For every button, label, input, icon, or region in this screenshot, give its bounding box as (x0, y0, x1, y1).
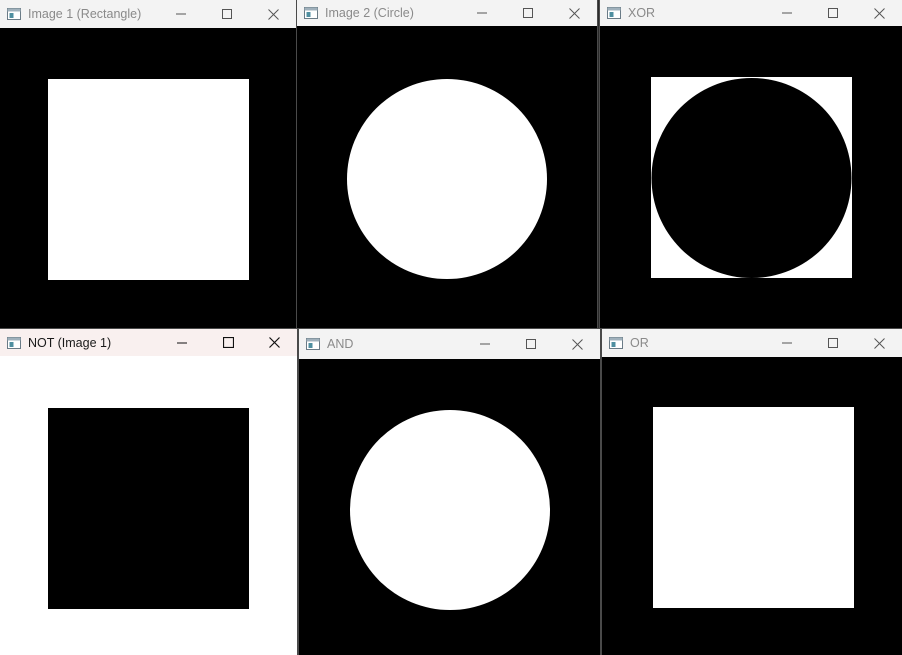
app-window-icon (306, 338, 320, 350)
minimize-button[interactable] (159, 329, 205, 356)
image-canvas (600, 26, 902, 328)
minimize-button[interactable] (158, 0, 204, 28)
maximize-button[interactable] (205, 329, 251, 356)
image-canvas (602, 357, 902, 655)
maximize-button[interactable] (508, 329, 554, 359)
close-icon (267, 8, 279, 20)
maximize-button[interactable] (810, 0, 856, 26)
white-circle (350, 410, 550, 610)
minimize-icon (782, 342, 792, 344)
titlebar[interactable]: OR (602, 329, 902, 357)
image-canvas (297, 26, 597, 328)
image-canvas (0, 28, 296, 328)
circle-image (347, 79, 547, 279)
window-title: AND (327, 337, 354, 351)
minimize-button[interactable] (459, 0, 505, 26)
white-rectangle (48, 79, 249, 280)
minimize-icon (176, 13, 186, 15)
white-circle (347, 79, 547, 279)
maximize-icon (222, 9, 232, 19)
window-title: Image 1 (Rectangle) (28, 7, 142, 21)
window-xor[interactable]: XOR (600, 0, 902, 328)
minimize-button[interactable] (764, 0, 810, 26)
close-button[interactable] (856, 329, 902, 357)
app-window-icon (7, 336, 21, 349)
app-window-icon (607, 7, 621, 19)
close-icon (568, 7, 580, 19)
titlebar[interactable]: Image 2 (Circle) (297, 0, 597, 26)
close-button[interactable] (551, 0, 597, 26)
window-or[interactable]: OR (602, 329, 902, 655)
or-image (653, 407, 854, 608)
black-rectangle (48, 408, 249, 609)
maximize-button[interactable] (204, 0, 250, 28)
close-button[interactable] (250, 0, 296, 28)
image-canvas (0, 356, 297, 655)
minimize-icon (477, 12, 487, 14)
rectangle-image (48, 79, 249, 280)
white-rectangle (653, 407, 854, 608)
image-canvas (299, 359, 600, 655)
close-button[interactable] (554, 329, 600, 359)
window-title: XOR (628, 6, 656, 20)
maximize-icon (523, 8, 533, 18)
close-icon (571, 338, 583, 350)
minimize-icon (782, 12, 792, 14)
not-image (48, 408, 249, 609)
maximize-button[interactable] (810, 329, 856, 357)
maximize-icon (526, 339, 536, 349)
black-circle (651, 78, 852, 278)
maximize-button[interactable] (505, 0, 551, 26)
window-image2-circle[interactable]: Image 2 (Circle) (297, 0, 597, 328)
close-icon (268, 337, 280, 348)
window-title: NOT (Image 1) (28, 335, 112, 350)
app-window-icon (7, 8, 21, 20)
titlebar[interactable]: NOT (Image 1) (0, 329, 297, 356)
close-icon (873, 7, 885, 19)
minimize-button[interactable] (764, 329, 810, 357)
window-and[interactable]: AND (299, 329, 600, 655)
maximize-icon (222, 337, 234, 348)
minimize-button[interactable] (462, 329, 508, 359)
titlebar[interactable]: XOR (600, 0, 902, 26)
and-image (350, 410, 550, 610)
close-icon (873, 337, 885, 349)
minimize-icon (177, 342, 187, 343)
window-title: Image 2 (Circle) (325, 6, 414, 20)
titlebar[interactable]: AND (299, 329, 600, 359)
titlebar[interactable]: Image 1 (Rectangle) (0, 0, 296, 28)
window-image1-rectangle[interactable]: Image 1 (Rectangle) (0, 0, 296, 328)
minimize-icon (480, 343, 490, 345)
close-button[interactable] (856, 0, 902, 26)
close-button[interactable] (251, 329, 297, 356)
window-not-image1[interactable]: NOT (Image 1) (0, 329, 297, 655)
app-window-icon (609, 337, 623, 349)
app-window-icon (304, 7, 318, 19)
xor-image (651, 77, 852, 278)
window-title: OR (630, 336, 649, 350)
maximize-icon (828, 338, 838, 348)
maximize-icon (828, 8, 838, 18)
